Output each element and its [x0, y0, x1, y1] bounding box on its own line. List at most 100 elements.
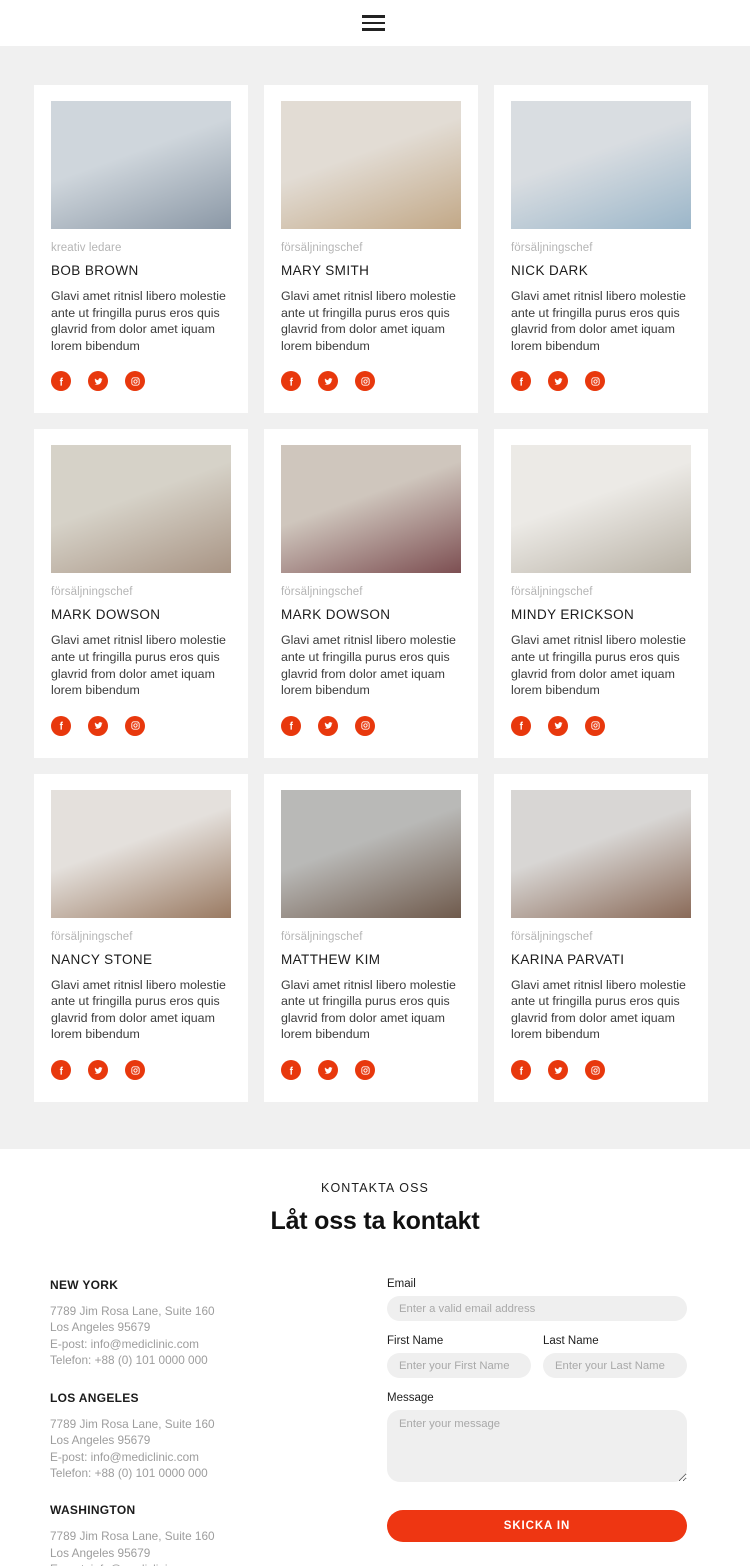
team-row: försäljningschef MARK DOWSON Glavi amet ri… — [34, 429, 716, 758]
member-social-links — [281, 371, 461, 392]
contact-body: NEW YORK 7789 Jim Rosa Lane, Suite 160 Los… — [34, 1278, 716, 1566]
instagram-icon[interactable] — [355, 1060, 375, 1081]
contact-title: Låt oss ta kontakt — [270, 1207, 480, 1236]
address-city: NEW YORK — [50, 1278, 119, 1293]
facebook-icon[interactable] — [281, 1060, 301, 1081]
team-member-card[interactable]: försäljningschef MARK DOWSON Glavi amet ri… — [264, 429, 478, 758]
site-header — [0, 0, 750, 46]
instagram-icon[interactable] — [585, 715, 605, 736]
address-block: WASHINGTON 7789 Jim Rosa Lane, Suite 160 L… — [50, 1503, 215, 1566]
member-role: försäljningschef — [511, 586, 593, 599]
facebook-icon[interactable] — [51, 371, 71, 392]
first-name-field[interactable] — [387, 1353, 531, 1379]
message-field[interactable] — [387, 1410, 687, 1483]
team-member-card[interactable]: försäljningschef KARINA PARVATI Glavi amet… — [494, 773, 708, 1103]
member-description: Glavi amet ritnisl libero molestie ante … — [511, 288, 686, 353]
message-group: Message — [387, 1392, 687, 1483]
hamburger-bar — [362, 15, 385, 18]
twitter-icon[interactable] — [318, 371, 338, 392]
instagram-icon[interactable] — [355, 715, 375, 736]
team-member-card[interactable]: försäljningschef MATTHEW KIM Glavi amet ri… — [264, 773, 478, 1103]
facebook-icon[interactable] — [51, 1060, 71, 1081]
member-photo — [281, 789, 461, 918]
member-name: MINDY ERICKSON — [511, 607, 635, 623]
contact-eyebrow: KONTAKTA OSS — [321, 1181, 429, 1196]
instagram-icon[interactable] — [585, 1060, 605, 1081]
first-name-label: First Name — [387, 1335, 444, 1348]
instagram-icon[interactable] — [355, 371, 375, 392]
member-description: Glavi amet ritnisl libero molestie ante … — [51, 633, 226, 698]
member-social-links — [511, 371, 691, 392]
team-member-card[interactable]: försäljningschef MARY SMITH Glavi amet rit… — [264, 85, 478, 414]
member-role: försäljningschef — [281, 242, 363, 254]
twitter-icon[interactable] — [548, 1060, 568, 1081]
team-member-card[interactable]: försäljningschef NICK DARK Glavi amet ritn… — [494, 85, 708, 414]
team-row: kreativ ledare BOB BROWN Glavi amet ritnis… — [34, 85, 716, 414]
team-member-card[interactable]: försäljningschef NANCY STONE Glavi amet ri… — [34, 773, 248, 1103]
member-name: KARINA PARVATI — [511, 951, 625, 967]
facebook-icon[interactable] — [281, 371, 301, 392]
facebook-icon[interactable] — [511, 1060, 531, 1081]
member-description: Glavi amet ritnisl libero molestie ante … — [511, 633, 686, 698]
last-name-col: Last Name — [543, 1335, 687, 1379]
instagram-icon[interactable] — [125, 1060, 145, 1081]
member-role: försäljningschef — [281, 930, 363, 943]
member-description: Glavi amet ritnisl libero molestie ante … — [51, 288, 226, 353]
address-block: NEW YORK 7789 Jim Rosa Lane, Suite 160 Los… — [50, 1278, 215, 1369]
instagram-icon[interactable] — [125, 371, 145, 392]
last-name-field[interactable] — [543, 1353, 687, 1379]
member-photo — [281, 445, 461, 574]
email-field[interactable] — [387, 1296, 687, 1322]
twitter-icon[interactable] — [318, 715, 338, 736]
member-role: försäljningschef — [511, 242, 593, 254]
member-description: Glavi amet ritnisl libero molestie ante … — [281, 288, 456, 353]
team-grid: kreativ ledare BOB BROWN Glavi amet ritnis… — [34, 85, 716, 1103]
member-name: MARY SMITH — [281, 262, 370, 278]
twitter-icon[interactable] — [318, 1060, 338, 1081]
member-description: Glavi amet ritnisl libero molestie ante … — [51, 977, 226, 1042]
member-photo — [511, 101, 691, 229]
member-role: försäljningschef — [51, 930, 133, 943]
email-group: Email — [387, 1278, 687, 1322]
message-label: Message — [387, 1392, 434, 1405]
email-label: Email — [387, 1278, 416, 1291]
submit-button[interactable]: SKICKA IN — [387, 1510, 687, 1543]
member-photo — [281, 101, 461, 229]
contact-form[interactable]: Email First Name Last Name Message — [387, 1278, 687, 1543]
facebook-icon[interactable] — [51, 715, 71, 736]
instagram-icon[interactable] — [125, 715, 145, 736]
member-name: NICK DARK — [511, 262, 589, 278]
team-member-card[interactable]: försäljningschef MARK DOWSON Glavi amet ri… — [34, 429, 248, 758]
hamburger-menu-icon[interactable] — [362, 13, 388, 33]
facebook-icon[interactable] — [281, 715, 301, 736]
team-member-card[interactable]: försäljningschef MINDY ERICKSON Glavi amet… — [494, 429, 708, 758]
address-block: LOS ANGELES 7789 Jim Rosa Lane, Suite 160… — [50, 1391, 215, 1482]
member-role: försäljningschef — [281, 586, 363, 599]
hamburger-bar — [362, 21, 385, 25]
twitter-icon[interactable] — [88, 715, 108, 736]
member-social-links — [281, 1060, 461, 1081]
last-name-label: Last Name — [543, 1335, 599, 1348]
facebook-icon[interactable] — [511, 715, 531, 736]
hamburger-bar — [362, 28, 385, 31]
facebook-icon[interactable] — [511, 371, 531, 392]
address-city: WASHINGTON — [50, 1503, 136, 1518]
team-member-card[interactable]: kreativ ledare BOB BROWN Glavi amet ritnis… — [34, 85, 248, 414]
address-lines: 7789 Jim Rosa Lane, Suite 160 Los Angeles… — [50, 1416, 215, 1480]
member-role: försäljningschef — [511, 930, 593, 943]
member-social-links — [51, 371, 231, 392]
member-name: MATTHEW KIM — [281, 951, 381, 967]
team-row: försäljningschef NANCY STONE Glavi amet ri… — [34, 773, 716, 1103]
member-name: MARK DOWSON — [281, 607, 391, 623]
member-social-links — [511, 1060, 691, 1081]
member-social-links — [281, 715, 461, 736]
twitter-icon[interactable] — [88, 371, 108, 392]
twitter-icon[interactable] — [88, 1060, 108, 1081]
address-lines: 7789 Jim Rosa Lane, Suite 160 Los Angeles… — [50, 1304, 215, 1368]
member-social-links — [51, 715, 231, 736]
member-social-links — [51, 1060, 231, 1081]
twitter-icon[interactable] — [548, 715, 568, 736]
member-social-links — [511, 715, 691, 736]
twitter-icon[interactable] — [548, 371, 568, 392]
instagram-icon[interactable] — [585, 371, 605, 392]
